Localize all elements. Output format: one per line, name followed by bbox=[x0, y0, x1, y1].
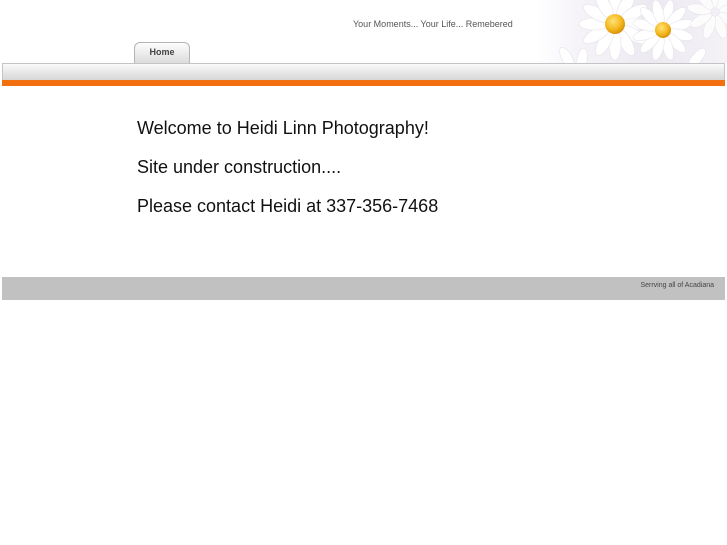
navigation-bar bbox=[2, 63, 725, 80]
page: Your Moments... Your Life... Remebered H… bbox=[0, 0, 727, 545]
main-content: Welcome to Heidi Linn Photography! Site … bbox=[137, 118, 438, 235]
tab-home[interactable]: Home bbox=[134, 42, 190, 63]
daisy-flowers-icon bbox=[559, 0, 727, 63]
contact-text: Please contact Heidi at 337-356-7468 bbox=[137, 196, 439, 216]
accent-divider bbox=[2, 80, 725, 86]
footer-bar: Serrving all of Acadiana bbox=[2, 277, 725, 300]
footer-text: Serrving all of Acadiana bbox=[640, 282, 714, 289]
site-tagline: Your Moments... Your Life... Remebered bbox=[353, 19, 513, 29]
construction-notice: Site under construction.... bbox=[137, 157, 342, 177]
daisy-flowers-image bbox=[537, 0, 727, 63]
welcome-text: Welcome to Heidi Linn Photography! bbox=[137, 118, 429, 138]
